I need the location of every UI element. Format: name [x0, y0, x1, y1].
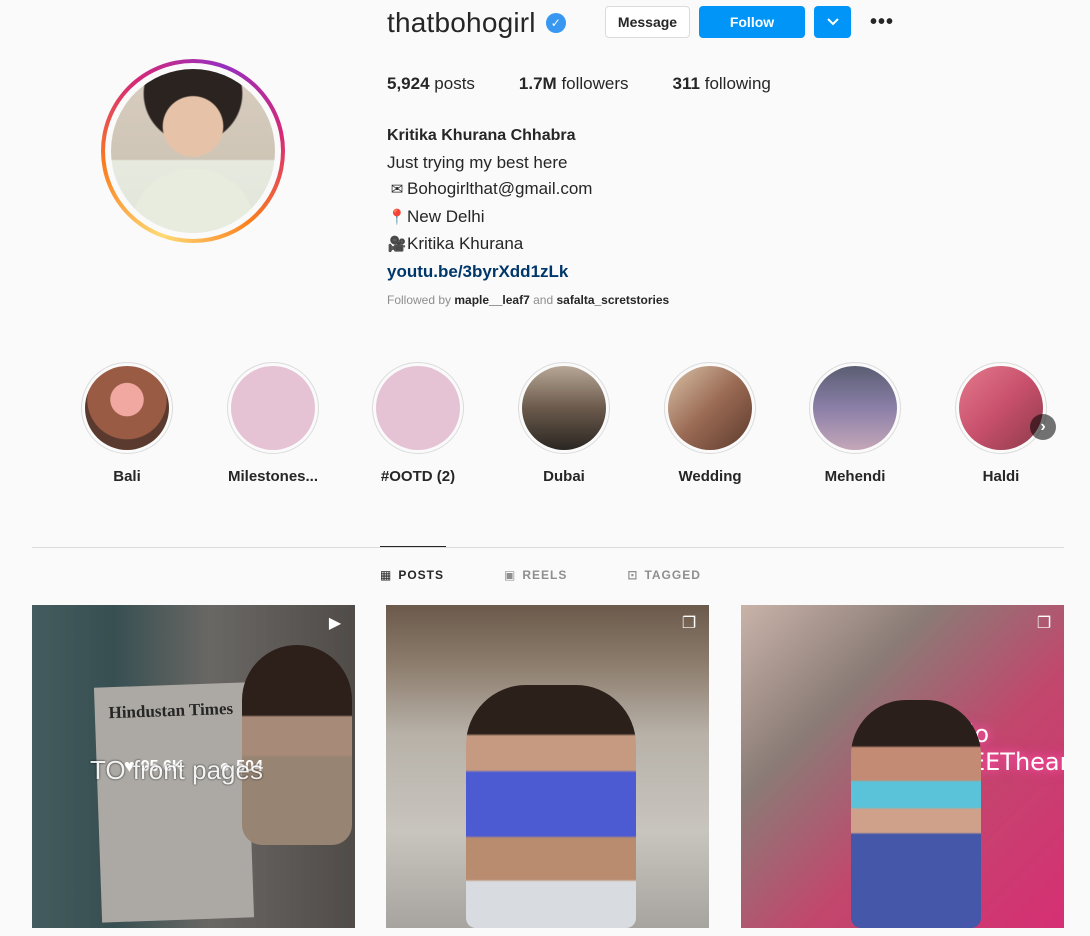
following-stat[interactable]: 311 following: [673, 74, 771, 94]
highlight-item[interactable]: Dubai: [504, 362, 624, 485]
carousel-icon: ❐: [681, 615, 697, 632]
profile-page: thatbohogirl ✓ Message Follow ••• 5,924 …: [0, 0, 1090, 936]
highlight-label: Haldi: [982, 468, 1020, 485]
chevron-down-icon: [826, 15, 839, 29]
highlight-cover: [231, 366, 315, 450]
tab-reels[interactable]: ▣ REELS: [504, 568, 567, 582]
envelope-heart-icon: ✉: [390, 181, 404, 198]
post-tile[interactable]: hello SWEETheart. ❐: [741, 605, 1064, 928]
highlight-cover: [522, 366, 606, 450]
profile-tabs: ▦ POSTS ▣ REELS ⊡ TAGGED: [380, 568, 761, 582]
bio-camera-line: 🎥Kritika Khurana: [387, 231, 592, 259]
post-tile[interactable]: Hindustan Times ♥ 95.6K ● 504 TO front pag…: [32, 605, 355, 928]
highlight-item[interactable]: #OOTD (2): [358, 362, 478, 485]
profile-bio: Kritika Khurana Chhabra Just trying my b…: [387, 123, 592, 285]
highlight-item[interactable]: Mehendi: [795, 362, 915, 485]
more-options-icon[interactable]: •••: [866, 8, 898, 36]
posts-count: 5,924: [387, 74, 430, 93]
highlight-label: Dubai: [543, 468, 585, 485]
highlight-label: Mehendi: [824, 468, 886, 485]
verified-badge-icon: ✓: [545, 13, 566, 33]
bio-email-line: ✉ Bohogirlthat@gmail.com: [387, 176, 593, 204]
following-count: 311: [672, 74, 700, 93]
bio-line: Just trying my best here: [387, 152, 568, 172]
carousel-icon: ❐: [1036, 615, 1052, 632]
highlight-cover: [668, 366, 752, 450]
highlight-label: Milestones...: [227, 468, 319, 485]
profile-stats: 5,924 posts 1.7M followers 311 following: [387, 74, 815, 94]
highlight-cover: [376, 366, 460, 450]
chevron-right-icon[interactable]: ›: [1030, 414, 1056, 440]
location-pin-icon: 📍: [387, 208, 407, 226]
username: thatbohogirl: [387, 7, 536, 38]
highlight-item[interactable]: Bali: [67, 362, 187, 485]
post-tile[interactable]: ❐: [386, 605, 709, 928]
post-caption-overlay: TO front pages: [90, 755, 263, 785]
suggested-dropdown-button[interactable]: [814, 6, 851, 38]
highlight-item[interactable]: Wedding: [650, 362, 770, 485]
highlight-cover: [959, 366, 1043, 450]
camera-icon: 🎥: [387, 236, 407, 253]
reels-icon: ▣: [504, 568, 517, 582]
highlight-label: Wedding: [678, 468, 742, 485]
username-row: thatbohogirl ✓: [387, 4, 566, 42]
active-tab-indicator: [380, 546, 446, 547]
avatar[interactable]: [111, 69, 275, 233]
tab-posts[interactable]: ▦ POSTS: [380, 568, 444, 582]
following-label: following: [704, 74, 771, 93]
full-name: Kritika Khurana Chhabra: [387, 127, 576, 144]
highlight-label: Bali: [113, 468, 141, 485]
follow-button[interactable]: Follow: [699, 6, 805, 38]
tagged-icon: ⊡: [627, 568, 639, 582]
profile-avatar-story-ring[interactable]: [101, 59, 285, 243]
grid-icon: ▦: [380, 568, 393, 582]
posts-stat[interactable]: 5,924 posts: [387, 74, 475, 94]
followed-by: Followed by maple__leaf7 and safalta_scr…: [387, 293, 670, 307]
bio-location-line: 📍New Delhi: [387, 204, 592, 232]
section-divider: [32, 547, 1064, 548]
followers-label: followers: [561, 74, 629, 93]
posts-label: posts: [434, 74, 475, 93]
tab-tagged[interactable]: ⊡ TAGGED: [627, 568, 701, 582]
followers-stat[interactable]: 1.7M followers: [519, 74, 629, 94]
followed-by-user[interactable]: maple__leaf7: [454, 293, 529, 307]
followed-by-user[interactable]: safalta_scretstories: [556, 293, 669, 307]
message-button[interactable]: Message: [605, 6, 690, 38]
bio-link[interactable]: youtu.be/3byrXdd1zLk: [387, 259, 592, 286]
highlight-cover: [85, 366, 169, 450]
highlight-cover: [813, 366, 897, 450]
followers-count: 1.7M: [518, 74, 557, 93]
story-highlights: Bali Milestones... #OOTD (2) Dubai Weddi…: [0, 362, 1090, 492]
highlight-item[interactable]: Milestones...: [213, 362, 333, 485]
highlight-label: #OOTD (2): [380, 468, 456, 485]
reel-icon: ▶: [328, 615, 342, 632]
